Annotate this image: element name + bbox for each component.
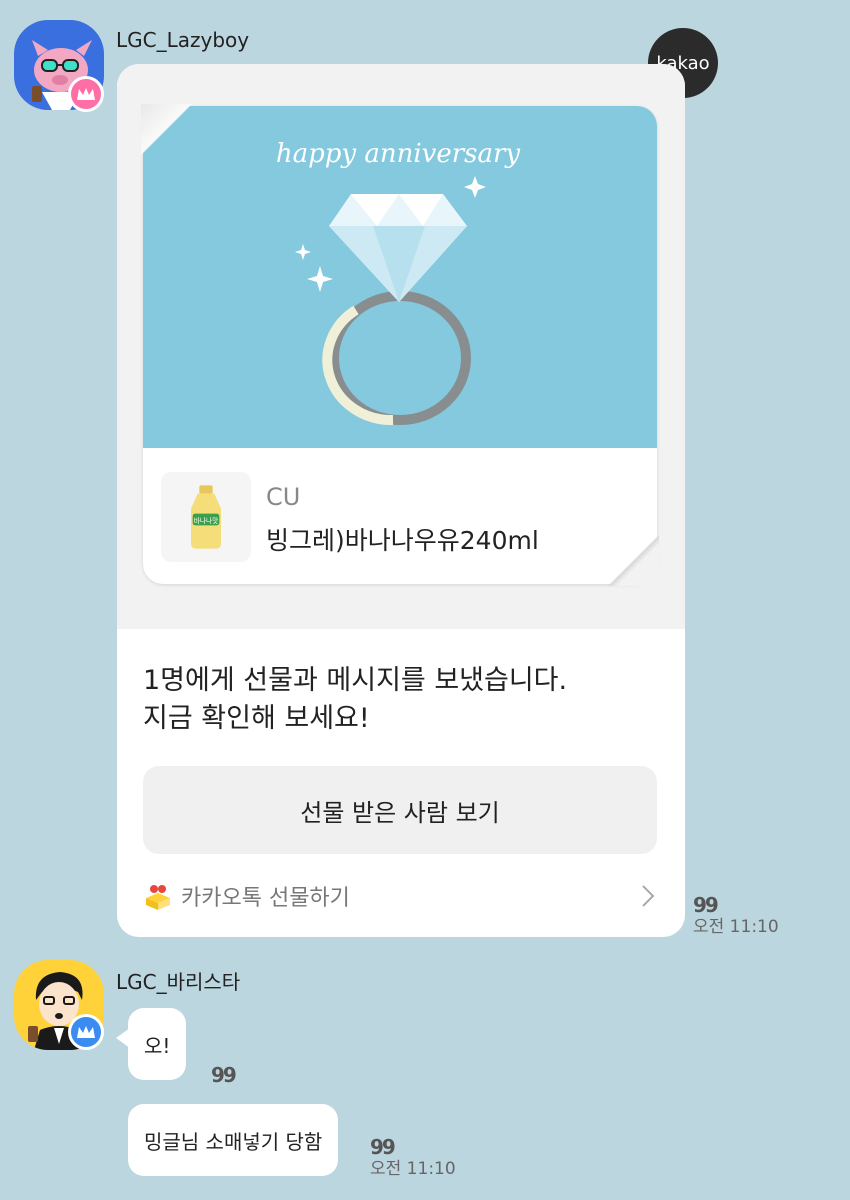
product-brand: CU bbox=[266, 483, 301, 511]
read-count: 99 bbox=[211, 1063, 237, 1087]
corner-fold-bottom-right bbox=[607, 534, 659, 586]
timestamp: 오전 11:10 bbox=[693, 917, 779, 937]
gift-product-card[interactable]: happy anniversary 바나나맛 CU 빙그레)바나나우유240ml bbox=[143, 106, 657, 584]
read-count: 99 bbox=[693, 893, 719, 917]
diamond-ring-image: happy anniversary bbox=[276, 139, 521, 426]
product-thumbnail: 바나나맛 bbox=[161, 472, 251, 562]
read-count: 99 bbox=[370, 1135, 396, 1159]
chat-bubble[interactable]: 밍글님 소매넣기 당함 bbox=[128, 1104, 339, 1176]
message-meta-1: 99 bbox=[211, 1063, 237, 1087]
kakao-gift-footer-link[interactable]: 카카오톡 선물하기 bbox=[143, 876, 657, 916]
chevron-right-icon bbox=[642, 885, 655, 907]
sender-name-barista: LGC_바리스타 bbox=[116, 970, 241, 994]
view-recipients-button[interactable]: 선물 받은 사람 보기 bbox=[143, 766, 657, 854]
product-label: 바나나맛 bbox=[194, 516, 219, 525]
banana-milk-image: 바나나맛 bbox=[191, 485, 221, 549]
gift-image-title: happy anniversary bbox=[276, 139, 521, 169]
gift-card[interactable]: happy anniversary 바나나맛 CU 빙그레)바나나우유240ml… bbox=[117, 64, 685, 937]
gift-message: 1명에게 선물과 메시지를 보냈습니다. 지금 확인해 보세요! bbox=[143, 665, 568, 734]
crown-badge-lazyboy bbox=[68, 76, 104, 112]
corner-fold-top-left bbox=[141, 104, 193, 156]
crown-badge-barista bbox=[68, 1014, 104, 1050]
gift-box-icon bbox=[146, 885, 170, 910]
gift-image: happy anniversary bbox=[143, 106, 657, 448]
gift-card-top: happy anniversary 바나나맛 CU 빙그레)바나나우유240ml bbox=[117, 64, 685, 629]
message-meta-gift: 99 오전 11:10 bbox=[693, 894, 779, 938]
crown-icon bbox=[77, 88, 95, 100]
crown-icon bbox=[77, 1026, 95, 1038]
product-name: 빙그레)바나나우유240ml bbox=[266, 526, 539, 555]
timestamp: 오전 11:10 bbox=[370, 1159, 456, 1179]
chat-bubble[interactable]: 오! bbox=[128, 1008, 187, 1080]
message-meta-2: 99 오전 11:10 bbox=[370, 1136, 456, 1180]
sender-name-lazyboy: LGC_Lazyboy bbox=[116, 28, 250, 52]
kakao-gift-footer-label: 카카오톡 선물하기 bbox=[181, 886, 350, 911]
